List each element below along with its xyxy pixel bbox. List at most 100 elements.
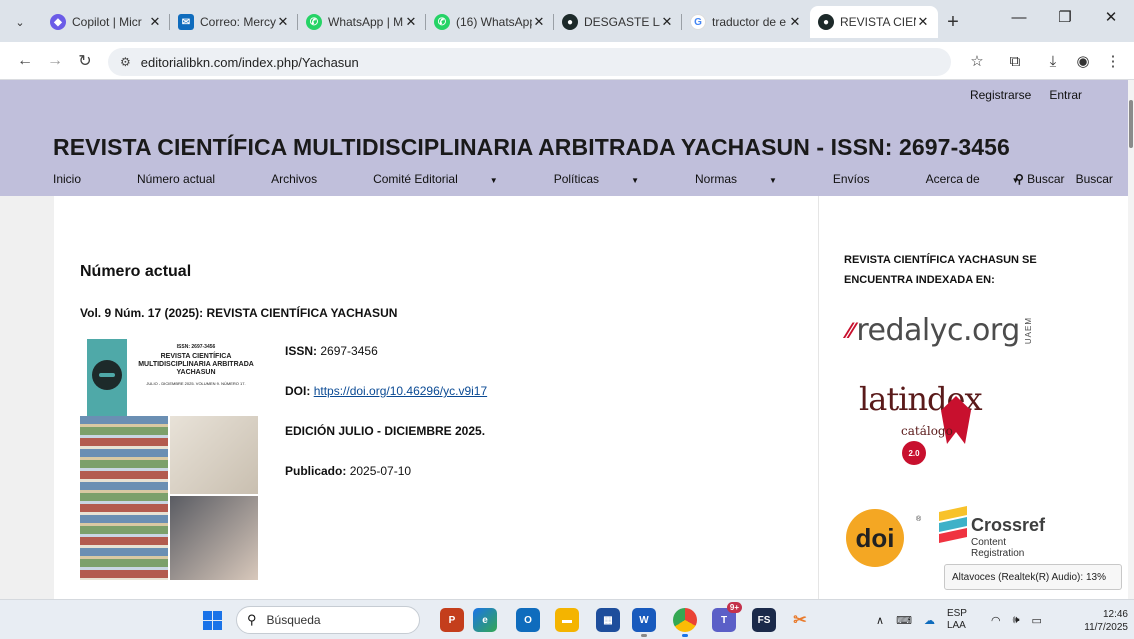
crossref-mark-icon	[939, 506, 967, 543]
wifi-icon[interactable]: ◠	[991, 614, 1001, 627]
restore-icon[interactable]: ❐	[1042, 0, 1088, 34]
nav-politicas[interactable]: Políticas ▼	[554, 172, 667, 186]
site-title[interactable]: REVISTA CIENTÍFICA MULTIDISCIPLINARIA AR…	[53, 134, 1010, 161]
battery-icon[interactable]: ▭	[1032, 614, 1042, 627]
published-value: 2025-07-10	[349, 464, 412, 478]
nav-envios[interactable]: Envíos	[833, 172, 898, 186]
tab-revista-active[interactable]: ● REVISTA CIEN ✕	[810, 6, 938, 38]
show-hidden-icons-chevron[interactable]: ∧	[876, 614, 884, 627]
menu-kebab-icon[interactable]: ⋮	[1098, 46, 1128, 76]
tab-translator[interactable]: G traductor de e ✕	[682, 6, 810, 38]
forward-arrow-icon[interactable]: →	[40, 46, 70, 76]
tab-title: Copilot | Micr	[72, 15, 142, 29]
speaker-icon[interactable]: 🕪	[1013, 614, 1020, 627]
nav-buscar[interactable]: Buscar	[1076, 172, 1128, 186]
file-explorer-icon[interactable]: ▬	[555, 608, 579, 632]
clock-date: 11/7/2025	[1084, 622, 1128, 633]
caret-down-icon: ▼	[769, 176, 777, 185]
nav-label: Buscar	[1075, 172, 1113, 186]
latindex-logo[interactable]: latindex catálogo 2.0	[859, 380, 989, 465]
close-window-icon[interactable]: ✕	[1088, 0, 1134, 34]
minimize-icon[interactable]: —	[996, 0, 1042, 34]
edition-text: EDICIÓN JULIO - DICIEMBRE 2025.	[285, 424, 486, 438]
redalyc-logo[interactable]: ⁄⁄ redalyc.org UAEM	[847, 313, 1033, 348]
system-tray: ∧ ⌨ ☁ ESP LAA ◠ 🕪 ▭	[876, 600, 1054, 639]
nav-label: Archivos	[271, 172, 318, 186]
nav-numero-actual[interactable]: Número actual	[137, 172, 243, 186]
word-icon[interactable]: W	[632, 608, 656, 637]
nav-label: Acerca de	[925, 172, 980, 186]
journal-logo-icon: ●	[818, 14, 834, 30]
cover-edition: JULIO - DICIEMBRE 2025. VOLUMEN 9. NÚMER…	[146, 381, 246, 386]
calendar-app-icon[interactable]: ▦	[596, 608, 620, 632]
register-link[interactable]: Registrarse	[970, 88, 1031, 102]
url-input[interactable]: ⚙ editorialibkn.com/index.php/Yachasun	[108, 48, 951, 76]
taskbar-clock[interactable]: 12:46 11/7/2025	[1084, 608, 1128, 634]
nav-normas[interactable]: Normas ▼	[695, 172, 805, 186]
app-fs-icon[interactable]: FS	[752, 608, 776, 632]
tab-whatsapp-web[interactable]: ✆ (16) WhatsApp ✕	[426, 6, 554, 38]
tab-search-chevron-icon[interactable]: ⌄	[6, 10, 34, 34]
tab-whatsapp[interactable]: ✆ WhatsApp | M ✕	[298, 6, 426, 38]
extensions-icon[interactable]: ⧉	[1000, 46, 1030, 76]
login-link[interactable]: Entrar	[1049, 88, 1082, 102]
doi-label: DOI:	[285, 384, 311, 398]
close-icon[interactable]: ✕	[660, 14, 674, 30]
chrome-icon[interactable]	[673, 608, 697, 637]
latindex-catalog: catálogo	[901, 424, 953, 438]
tab-copilot[interactable]: ◆ Copilot | Micr ✕	[42, 6, 170, 38]
search-label: Buscar	[1027, 172, 1065, 186]
cover-issn: ISSN: 2697-3456	[176, 344, 216, 350]
back-arrow-icon[interactable]: ←	[10, 46, 40, 76]
download-icon[interactable]: ⤓	[1038, 46, 1068, 76]
tab-title: traductor de e	[712, 15, 787, 29]
bookmark-star-icon[interactable]: ☆	[962, 46, 992, 76]
new-tab-button[interactable]: +	[938, 6, 968, 38]
nav-comite-editorial[interactable]: Comité Editorial ▼	[373, 172, 526, 186]
windows-start-icon[interactable]	[203, 611, 222, 630]
close-icon[interactable]: ✕	[276, 14, 290, 30]
nav-inicio[interactable]: Inicio	[53, 172, 109, 186]
doi-link[interactable]: https://doi.org/10.46296/yc.v9i17	[314, 384, 487, 398]
published-label: Publicado:	[285, 464, 347, 478]
copilot-icon: ◆	[50, 14, 66, 30]
close-icon[interactable]: ✕	[148, 14, 162, 30]
toolbar-actions: ☆ ⧉ ⤓ ◉ ⋮	[962, 46, 1128, 76]
scrollbar-thumb[interactable]	[1129, 100, 1133, 148]
tab-list: ◆ Copilot | Micr ✕ ✉ Correo: Mercy ✕ ✆ W…	[42, 6, 968, 38]
whatsapp-icon: ✆	[306, 14, 322, 30]
site-info-icon[interactable]: ⚙	[120, 55, 131, 69]
whatsapp-icon: ✆	[434, 14, 450, 30]
language-indicator[interactable]: ESP LAA	[947, 608, 979, 632]
edge-icon[interactable]: e	[473, 608, 497, 632]
nav-archivos[interactable]: Archivos	[271, 172, 345, 186]
page-scrollbar[interactable]	[1128, 80, 1134, 599]
tab-title: WhatsApp | M	[328, 15, 404, 29]
issue-title-link[interactable]: Vol. 9 Núm. 17 (2025): REVISTA CIENTÍFIC…	[80, 306, 397, 320]
tab-title: DESGASTE LA	[584, 15, 660, 29]
issn-label: ISSN:	[285, 344, 318, 358]
outlook-icon[interactable]: O	[516, 608, 540, 632]
taskbar-search-input[interactable]: ⚲ Búsqueda	[236, 606, 420, 634]
powerpoint-icon[interactable]: P	[440, 608, 464, 632]
teams-icon[interactable]: T 9+	[712, 602, 742, 632]
issue-cover-image[interactable]: ISSN: 2697-3456 REVISTA CIENTÍFICA MULTI…	[80, 339, 258, 580]
snipping-tool-icon[interactable]: ✂	[788, 608, 812, 632]
close-icon[interactable]: ✕	[916, 14, 930, 30]
cover-desk-photo	[170, 416, 258, 494]
search-link[interactable]: ⚲ Buscar	[1015, 172, 1065, 186]
tab-outlook[interactable]: ✉ Correo: Mercy ✕	[170, 6, 298, 38]
close-icon[interactable]: ✕	[788, 14, 802, 30]
uaem-text: UAEM	[1023, 316, 1033, 345]
published-row: Publicado: 2025-07-10	[285, 464, 411, 478]
screen: ⌄ ◆ Copilot | Micr ✕ ✉ Correo: Mercy ✕ ✆…	[0, 0, 1134, 639]
teams-badge: 9+	[726, 602, 742, 613]
reload-icon[interactable]: ↻	[70, 46, 100, 76]
onedrive-cloud-icon[interactable]: ☁	[924, 614, 935, 627]
profile-icon[interactable]: ◉	[1068, 46, 1098, 76]
keyboard-icon[interactable]: ⌨	[896, 614, 912, 627]
close-icon[interactable]: ✕	[404, 14, 418, 30]
doi-logo[interactable]: doi	[846, 509, 904, 567]
close-icon[interactable]: ✕	[532, 14, 546, 30]
tab-desgaste[interactable]: ● DESGASTE LA ✕	[554, 6, 682, 38]
